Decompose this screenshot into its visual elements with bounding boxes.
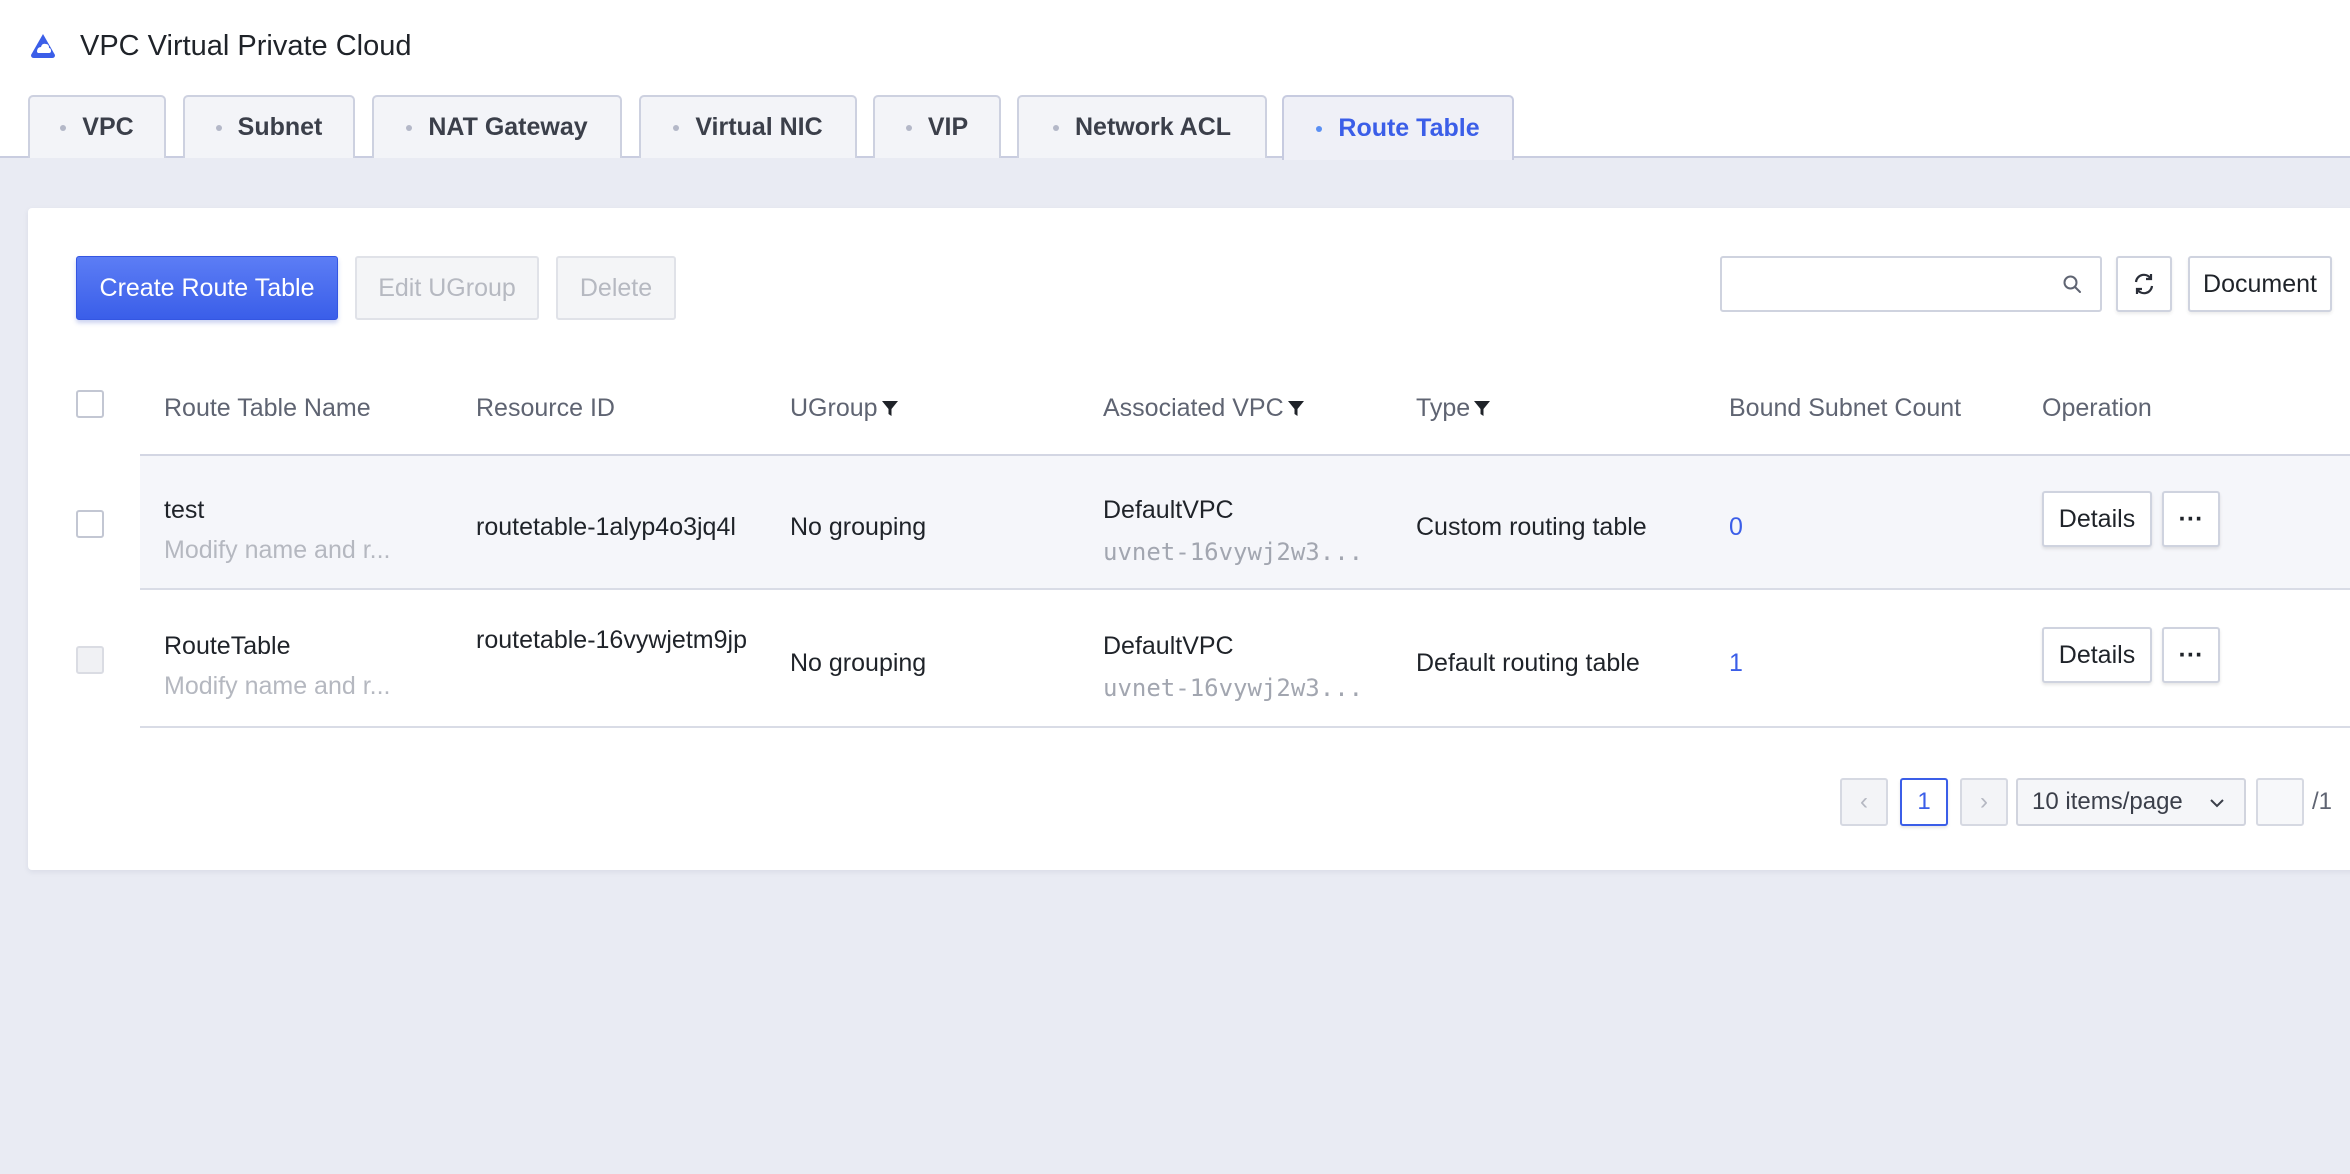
- chevron-down-icon: [2210, 799, 2224, 808]
- total-pages: /1: [2312, 788, 2333, 815]
- tab-network-acl[interactable]: Network ACL: [1017, 95, 1267, 158]
- page-number-button[interactable]: 1: [1900, 778, 1948, 826]
- search-input[interactable]: [1732, 264, 2052, 304]
- select-all-checkbox[interactable]: [76, 390, 104, 418]
- page-title: VPC Virtual Private Cloud: [80, 29, 412, 62]
- column-header-type: Type: [1416, 388, 1492, 428]
- tab-dot-icon: [215, 124, 222, 131]
- route-table-type: Custom routing table: [1416, 513, 1647, 541]
- tab-vpc[interactable]: VPC: [28, 95, 166, 158]
- table-row: test Modify name and r... routetable-1al…: [140, 456, 2350, 590]
- cloud-logo-icon: [31, 34, 55, 58]
- more-actions-button[interactable]: ···: [2162, 627, 2220, 683]
- bound-subnet-count-link[interactable]: 1: [1729, 649, 1743, 678]
- route-table-remark[interactable]: Modify name and r...: [164, 536, 391, 565]
- top-header: VPC Virtual Private Cloud VPC Subnet NAT…: [0, 0, 2350, 160]
- ugroup-value: No grouping: [790, 649, 927, 677]
- tab-label: VIP: [927, 113, 969, 141]
- tab-virtual-nic[interactable]: Virtual NIC: [639, 95, 857, 158]
- search-icon[interactable]: [2062, 274, 2082, 294]
- vpc-name: DefaultVPC: [1103, 632, 1234, 660]
- vpc-id[interactable]: uvnet-16vywj2w3...: [1103, 674, 1363, 702]
- tab-label: Network ACL: [1074, 113, 1232, 141]
- goto-page-input[interactable]: [2256, 778, 2304, 826]
- row-checkbox[interactable]: [76, 510, 104, 538]
- column-header-name: Route Table Name: [164, 388, 371, 428]
- app-title-bar: VPC Virtual Private Cloud: [28, 26, 412, 66]
- table-row: RouteTable Modify name and r... routetab…: [140, 592, 2350, 728]
- tab-label: NAT Gateway: [428, 113, 588, 141]
- create-route-table-button[interactable]: Create Route Table: [76, 256, 338, 320]
- column-label: Operation: [2042, 393, 2152, 422]
- tab-dot-icon: [406, 124, 413, 131]
- column-label: Bound Subnet Count: [1729, 393, 1962, 422]
- route-table-panel: Create Route Table Edit UGroup Delete Do…: [28, 208, 2350, 870]
- filter-icon[interactable]: [1286, 398, 1306, 418]
- route-table-remark[interactable]: Modify name and r...: [164, 672, 391, 701]
- next-page-button[interactable]: ›: [1960, 778, 2008, 826]
- prev-page-button[interactable]: ‹: [1840, 778, 1888, 826]
- tab-nat-gateway[interactable]: NAT Gateway: [372, 95, 622, 158]
- column-header-bound-subnet-count: Bound Subnet Count: [1729, 388, 1961, 428]
- column-header-associated-vpc: Associated VPC: [1103, 388, 1306, 428]
- tab-route-table[interactable]: Route Table: [1282, 95, 1514, 160]
- route-table-name[interactable]: test: [164, 496, 204, 525]
- resource-id: routetable-16vywjetm9jp: [476, 626, 747, 654]
- tab-label: Subnet: [237, 113, 323, 141]
- page-size-select[interactable]: 10 items/page: [2016, 778, 2246, 826]
- route-table-type: Default routing table: [1416, 649, 1640, 677]
- tab-label: Virtual NIC: [695, 113, 823, 141]
- column-label: Associated VPC: [1103, 393, 1284, 422]
- refresh-button[interactable]: [2116, 256, 2172, 312]
- search-box: [1720, 256, 2102, 312]
- column-header-resource-id: Resource ID: [476, 388, 615, 428]
- tab-dot-icon: [1052, 124, 1059, 131]
- column-label: Route Table Name: [164, 393, 371, 422]
- column-label: UGroup: [790, 393, 878, 422]
- row-checkbox[interactable]: [76, 646, 104, 674]
- tab-dot-icon: [905, 124, 912, 131]
- document-button[interactable]: Document: [2188, 256, 2332, 312]
- more-actions-button[interactable]: ···: [2162, 491, 2220, 547]
- edit-ugroup-button[interactable]: Edit UGroup: [355, 256, 539, 320]
- column-header-operation: Operation: [2042, 388, 2152, 428]
- column-label: Resource ID: [476, 393, 615, 422]
- filter-icon[interactable]: [880, 398, 900, 418]
- tab-dot-icon: [1316, 125, 1323, 132]
- details-button[interactable]: Details: [2042, 627, 2152, 683]
- details-button[interactable]: Details: [2042, 491, 2152, 547]
- resource-id: routetable-1alyp4o3jq4l: [476, 513, 736, 541]
- tab-dot-icon: [673, 124, 680, 131]
- tab-subnet[interactable]: Subnet: [183, 95, 355, 158]
- delete-button[interactable]: Delete: [556, 256, 676, 320]
- tab-label: Route Table: [1338, 114, 1480, 142]
- column-header-ugroup: UGroup: [790, 388, 900, 428]
- column-label: Type: [1416, 393, 1471, 422]
- vpc-id[interactable]: uvnet-16vywj2w3...: [1103, 538, 1363, 566]
- vpc-name: DefaultVPC: [1103, 496, 1234, 524]
- page-size-label: 10 items/page: [2032, 788, 2183, 815]
- tab-dot-icon: [60, 124, 67, 131]
- tab-vip[interactable]: VIP: [873, 95, 1001, 158]
- bound-subnet-count-link[interactable]: 0: [1729, 513, 1743, 542]
- ugroup-value: No grouping: [790, 513, 927, 541]
- route-table-name[interactable]: RouteTable: [164, 632, 290, 661]
- filter-icon[interactable]: [1472, 398, 1492, 418]
- refresh-icon: [2134, 273, 2154, 295]
- tab-label: VPC: [82, 113, 134, 141]
